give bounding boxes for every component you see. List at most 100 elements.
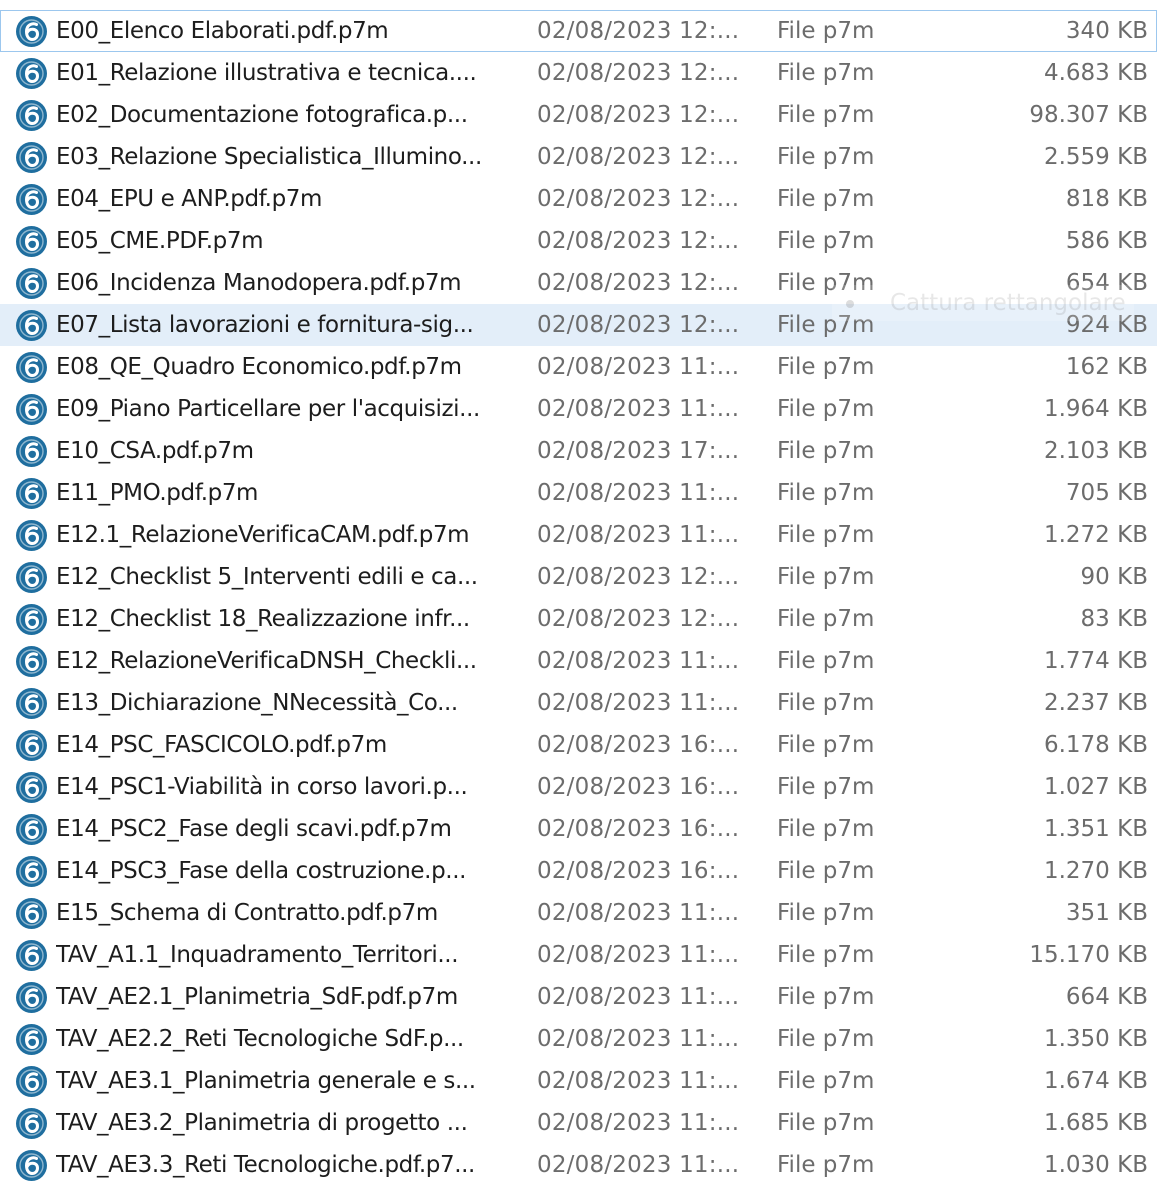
file-type: File p7m [777,984,875,1010]
file-date-modified: 02/08/2023 11:... [537,942,740,968]
file-row[interactable]: TAV_AE3.1_Planimetria generale e s... 02/… [0,1060,1157,1102]
file-size: 664 KB [1065,984,1148,1010]
file-date-modified: 02/08/2023 12:... [537,102,740,128]
file-size: 1.774 KB [1043,648,1148,674]
file-size: 924 KB [1065,312,1148,338]
file-date-modified: 02/08/2023 12:... [537,312,740,338]
file-name: E01_Relazione illustrativa e tecnica.... [56,60,477,86]
pdf-signed-file-icon [15,813,48,846]
file-name: E12_Checklist 5_Interventi edili e ca... [56,564,478,590]
file-size: 1.964 KB [1043,396,1148,422]
pdf-signed-file-icon [15,99,48,132]
file-date-modified: 02/08/2023 12:... [537,186,740,212]
file-type: File p7m [777,774,875,800]
file-date-modified: 02/08/2023 11:... [537,1026,740,1052]
file-name: E14_PSC1-Viabilità in corso lavori.p... [56,774,468,800]
file-name: E09_Piano Particellare per l'acquisizi..… [56,396,480,422]
file-size: 1.272 KB [1043,522,1148,548]
file-row[interactable]: E15_Schema di Contratto.pdf.p7m 02/08/202… [0,892,1157,934]
file-size: 98.307 KB [1029,102,1148,128]
file-name: E12_RelazioneVerificaDNSH_Checkli... [56,648,477,674]
file-size: 2.103 KB [1043,438,1148,464]
file-row[interactable]: E00_Elenco Elaborati.pdf.p7m 02/08/2023 1… [0,10,1157,52]
file-type: File p7m [777,438,875,464]
pdf-signed-file-icon [15,729,48,762]
file-row[interactable]: E13_Dichiarazione_NNecessità_Co... 02/08/… [0,682,1157,724]
file-size: 162 KB [1065,354,1148,380]
file-date-modified: 02/08/2023 16:... [537,732,740,758]
file-row[interactable]: E12_Checklist 5_Interventi edili e ca...… [0,556,1157,598]
file-type: File p7m [777,1068,875,1094]
file-row[interactable]: E09_Piano Particellare per l'acquisizi..… [0,388,1157,430]
file-name: TAV_AE3.1_Planimetria generale e s... [56,1068,476,1094]
file-date-modified: 02/08/2023 11:... [537,690,740,716]
file-size: 818 KB [1065,186,1148,212]
file-size: 351 KB [1065,900,1148,926]
file-date-modified: 02/08/2023 12:... [537,564,740,590]
file-name: TAV_A1.1_Inquadramento_Territori... [56,942,459,968]
file-name: E05_CME.PDF.p7m [56,228,264,254]
file-row[interactable]: TAV_AE2.2_Reti Tecnologiche SdF.p... 02/0… [0,1018,1157,1060]
file-date-modified: 02/08/2023 12:... [537,144,740,170]
file-name: E15_Schema di Contratto.pdf.p7m [56,900,438,926]
file-type: File p7m [777,102,875,128]
pdf-signed-file-icon [15,141,48,174]
file-date-modified: 02/08/2023 11:... [537,1068,740,1094]
file-row[interactable]: E02_Documentazione fotografica.p... 02/08… [0,94,1157,136]
file-name: E06_Incidenza Manodopera.pdf.p7m [56,270,462,296]
file-date-modified: 02/08/2023 11:... [537,522,740,548]
pdf-signed-file-icon [15,519,48,552]
file-row[interactable]: E14_PSC1-Viabilità in corso lavori.p... 0… [0,766,1157,808]
file-date-modified: 02/08/2023 11:... [537,1152,740,1178]
file-date-modified: 02/08/2023 12:... [537,228,740,254]
file-row[interactable]: E04_EPU e ANP.pdf.p7m 02/08/2023 12:... Fi… [0,178,1157,220]
file-row[interactable]: E06_Incidenza Manodopera.pdf.p7m 02/08/20… [0,262,1157,304]
file-type: File p7m [777,1152,875,1178]
file-row[interactable]: E12.1_RelazioneVerificaCAM.pdf.p7m 02/08/… [0,514,1157,556]
pdf-signed-file-icon [15,309,48,342]
file-size: 1.027 KB [1043,774,1148,800]
file-name: TAV_AE2.1_Planimetria_SdF.pdf.p7m [56,984,458,1010]
file-size: 586 KB [1065,228,1148,254]
file-row[interactable]: TAV_AE3.3_Reti Tecnologiche.pdf.p7... 02/… [0,1144,1157,1186]
file-date-modified: 02/08/2023 12:... [537,60,740,86]
file-date-modified: 02/08/2023 11:... [537,480,740,506]
pdf-signed-file-icon [15,1065,48,1098]
file-row[interactable]: E07_Lista lavorazioni e fornitura-sig...… [0,304,1157,346]
file-date-modified: 02/08/2023 16:... [537,774,740,800]
file-row[interactable]: E05_CME.PDF.p7m 02/08/2023 12:... File p7m… [0,220,1157,262]
file-row[interactable]: TAV_AE2.1_Planimetria_SdF.pdf.p7m 02/08/2… [0,976,1157,1018]
file-type: File p7m [777,900,875,926]
file-row[interactable]: TAV_AE3.2_Planimetria di progetto ... 02/… [0,1102,1157,1144]
file-date-modified: 02/08/2023 16:... [537,858,740,884]
file-row[interactable]: E14_PSC_FASCICOLO.pdf.p7m 02/08/2023 16:.… [0,724,1157,766]
file-date-modified: 02/08/2023 12:... [537,18,740,44]
file-date-modified: 02/08/2023 12:... [537,270,740,296]
file-row[interactable]: E01_Relazione illustrativa e tecnica....… [0,52,1157,94]
file-type: File p7m [777,942,875,968]
file-row[interactable]: E08_QE_Quadro Economico.pdf.p7m 02/08/202… [0,346,1157,388]
file-type: File p7m [777,690,875,716]
file-name: E14_PSC3_Fase della costruzione.p... [56,858,467,884]
file-row[interactable]: TAV_A1.1_Inquadramento_Territori... 02/08… [0,934,1157,976]
pdf-signed-file-icon [15,771,48,804]
file-type: File p7m [777,396,875,422]
file-row[interactable]: E14_PSC3_Fase della costruzione.p... 02/0… [0,850,1157,892]
file-row[interactable]: E12_Checklist 18_Realizzazione infr... 02… [0,598,1157,640]
file-row[interactable]: E12_RelazioneVerificaDNSH_Checkli... 02/0… [0,640,1157,682]
file-row[interactable]: E14_PSC2_Fase degli scavi.pdf.p7m 02/08/2… [0,808,1157,850]
file-row[interactable]: E03_Relazione Specialistica_Illumino... 0… [0,136,1157,178]
file-name: E02_Documentazione fotografica.p... [56,102,468,128]
file-name: E11_PMO.pdf.p7m [56,480,259,506]
file-row[interactable]: E11_PMO.pdf.p7m 02/08/2023 11:... File p7m… [0,472,1157,514]
pdf-signed-file-icon [15,603,48,636]
file-date-modified: 02/08/2023 11:... [537,1110,740,1136]
file-size: 340 KB [1065,18,1148,44]
file-row[interactable]: E10_CSA.pdf.p7m 02/08/2023 17:... File p7m… [0,430,1157,472]
pdf-signed-file-icon [15,351,48,384]
pdf-signed-file-icon [15,393,48,426]
pdf-signed-file-icon [15,687,48,720]
file-name: E03_Relazione Specialistica_Illumino... [56,144,482,170]
file-date-modified: 02/08/2023 16:... [537,816,740,842]
file-size: 2.237 KB [1043,690,1148,716]
